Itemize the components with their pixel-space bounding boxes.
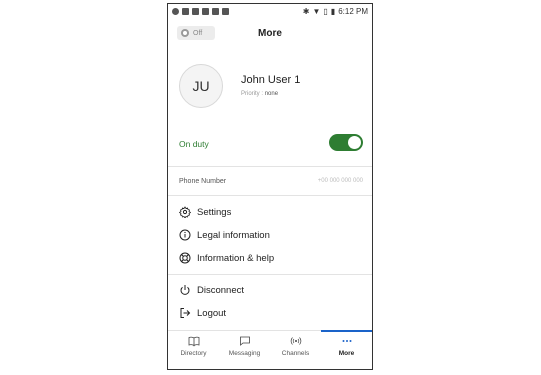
status-bar: ✱ ▼ ▯ ▮ 6:12 PM	[168, 4, 372, 19]
information-help-menu-item[interactable]: Information & help	[179, 252, 274, 264]
divider	[168, 195, 372, 196]
logout-label: Logout	[197, 307, 227, 319]
tab-directory-label: Directory	[180, 350, 207, 357]
tab-directory[interactable]: Directory	[168, 331, 219, 369]
tab-more[interactable]: More	[321, 330, 372, 369]
divider	[168, 274, 372, 275]
phone-number-label: Phone Number	[179, 178, 227, 185]
logout-icon	[180, 308, 191, 318]
gear-icon	[179, 206, 191, 218]
user-name: John User 1	[241, 74, 301, 86]
lifebuoy-icon	[179, 252, 191, 264]
phone-screen: ✱ ▼ ▯ ▮ 6:12 PM Off More JU John User 1 …	[167, 3, 373, 370]
settings-label: Settings	[197, 206, 232, 218]
avatar[interactable]: JU	[179, 64, 223, 108]
information-help-label: Information & help	[197, 252, 275, 264]
logout-menu-item[interactable]: Logout	[179, 307, 226, 319]
toggle-knob	[348, 136, 361, 149]
book-icon	[188, 336, 199, 347]
legal-information-label: Legal information	[197, 229, 270, 241]
app-header: Off More	[168, 24, 372, 46]
more-dots-icon	[342, 340, 351, 342]
tab-messaging[interactable]: Messaging	[219, 331, 270, 369]
info-icon	[179, 229, 191, 241]
power-icon	[180, 285, 190, 295]
priority-label: Priority :	[241, 91, 264, 97]
bluetooth-icon: ✱	[302, 7, 310, 16]
tab-messaging-label: Messaging	[228, 350, 261, 357]
disconnect-label: Disconnect	[197, 284, 244, 296]
notification-icons	[172, 8, 229, 15]
tab-channels[interactable]: Channels	[270, 331, 321, 369]
tab-channels-label: Channels	[281, 350, 310, 357]
divider	[168, 166, 372, 167]
phone-number-value: +00 000 000 000	[317, 178, 363, 184]
sim-icon: ▯	[323, 7, 328, 16]
legal-information-menu-item[interactable]: Legal information	[179, 229, 270, 241]
wifi-icon: ▼	[312, 7, 321, 16]
disconnect-menu-item[interactable]: Disconnect	[179, 284, 244, 296]
page-title: More	[258, 28, 282, 39]
notification-icon	[172, 8, 179, 15]
bottom-navigation: Directory Messaging Channels More	[168, 330, 372, 369]
radio-waves-icon	[290, 337, 301, 345]
clock: 6:12 PM	[338, 7, 368, 16]
briefcase-icon	[192, 8, 199, 15]
tab-more-label: More	[338, 350, 355, 357]
priority-text: Priority : none	[241, 91, 278, 97]
settings-menu-item[interactable]: Settings	[179, 206, 231, 218]
priority-value: none	[264, 91, 279, 97]
system-icons: ✱ ▼ ▯ ▮ 6:12 PM	[303, 7, 368, 16]
square-icon	[202, 8, 209, 15]
on-duty-label: On duty	[179, 139, 209, 149]
on-duty-toggle[interactable]	[329, 134, 363, 151]
image-icon	[182, 8, 189, 15]
screenshot-icon	[222, 8, 229, 15]
chat-bubble-icon	[239, 336, 250, 346]
battery-icon: ▮	[330, 7, 336, 16]
android-icon	[212, 8, 219, 15]
